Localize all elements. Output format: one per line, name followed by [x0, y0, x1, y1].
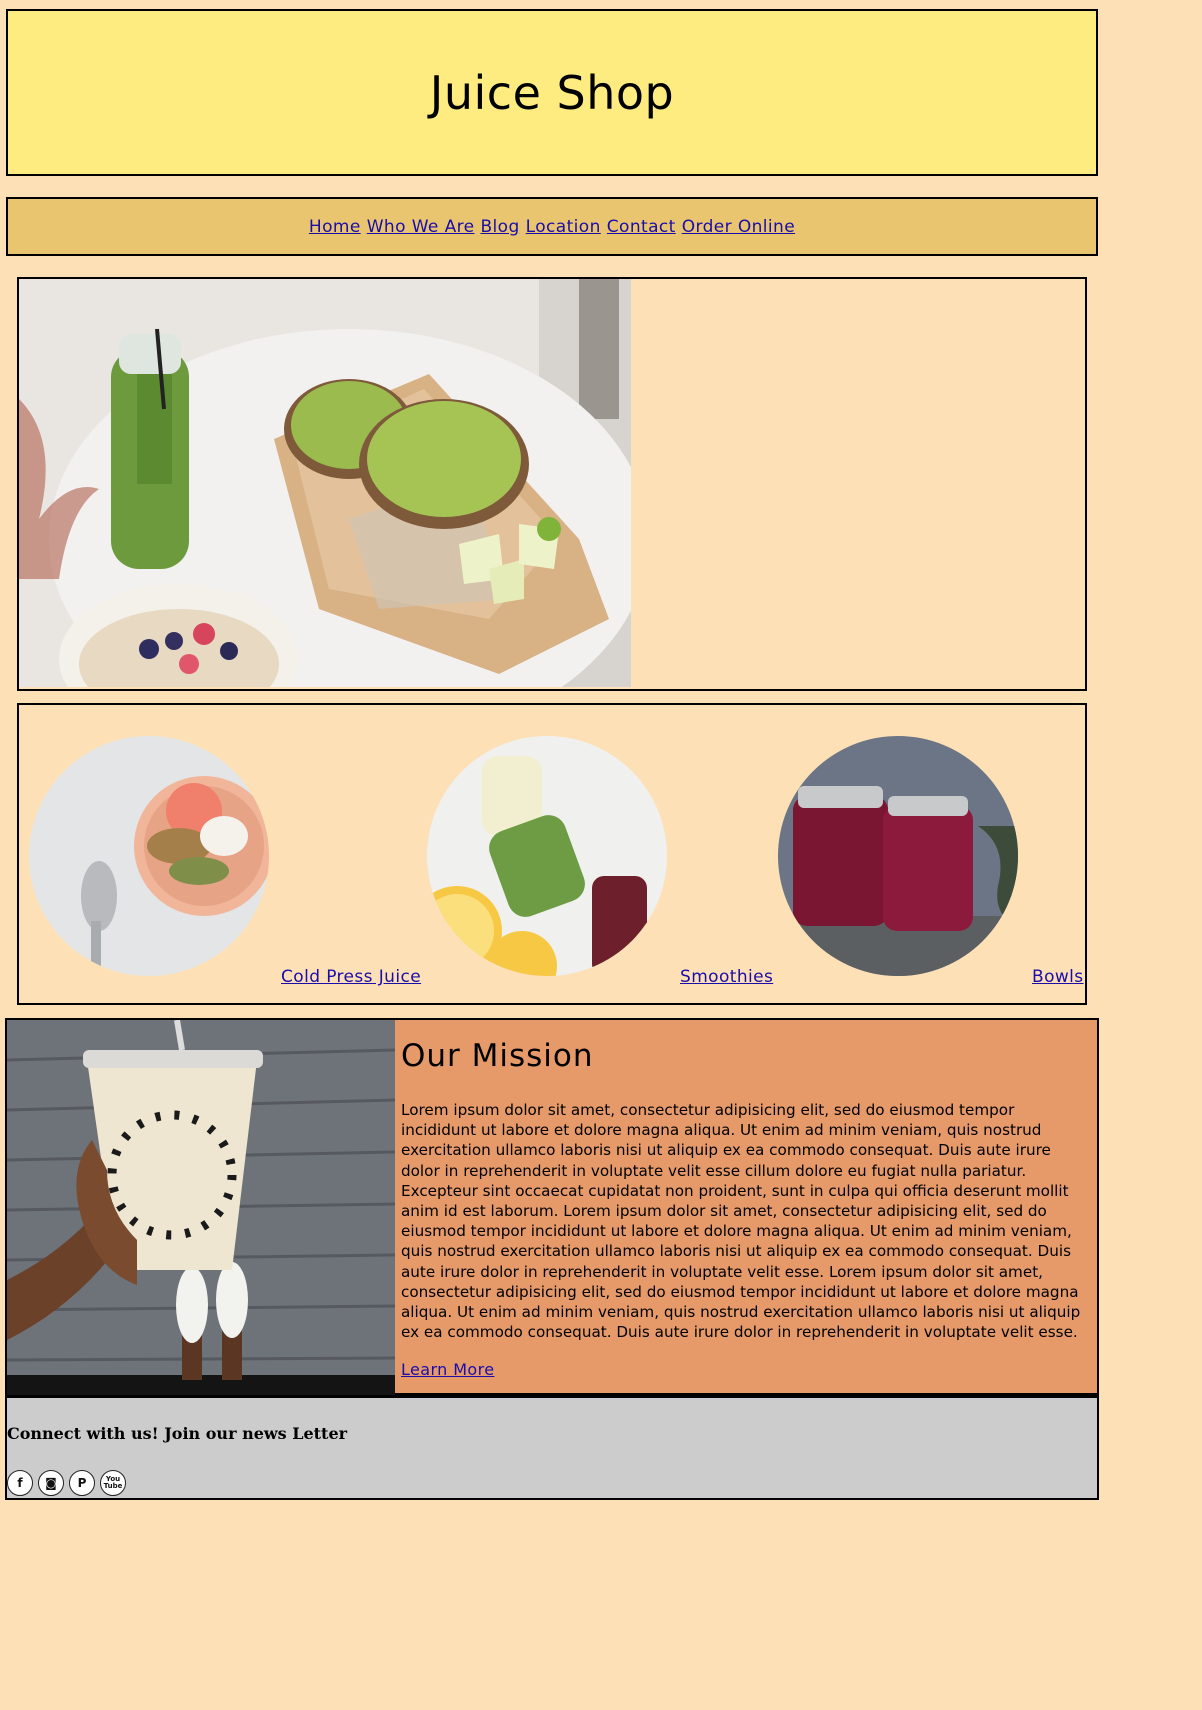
products-section: Cold Press Juice Smoothies Bowls: [17, 703, 1087, 1005]
pinterest-icon[interactable]: P: [69, 1470, 95, 1496]
nav-contact[interactable]: Contact: [607, 217, 676, 237]
youtube-icon[interactable]: You Tube: [100, 1470, 126, 1496]
mission-section: Our Mission Lorem ipsum dolor sit amet, …: [5, 1018, 1099, 1408]
product-link-cold-press-juice[interactable]: Cold Press Juice: [281, 967, 421, 987]
product-link-smoothies[interactable]: Smoothies: [680, 967, 773, 987]
learn-more-link[interactable]: Learn More: [401, 1360, 494, 1379]
mission-title: Our Mission: [401, 1038, 594, 1074]
mission-body: Lorem ipsum dolor sit amet, consectetur …: [401, 1101, 1081, 1342]
nav-location[interactable]: Location: [526, 217, 601, 237]
hero-image: [19, 279, 631, 687]
site-footer: Connect with us! Join our news Letter f …: [5, 1395, 1099, 1500]
site-title: Juice Shop: [429, 65, 675, 120]
social-links: f ◙ P You Tube: [7, 1470, 126, 1496]
hero-section: [17, 277, 1087, 691]
juice-bottles-image: [427, 736, 667, 976]
instagram-icon[interactable]: ◙: [38, 1470, 64, 1496]
main-nav: Home Who We Are Blog Location Contact Or…: [6, 197, 1098, 256]
smoothie-jars-image: [778, 736, 1018, 976]
newsletter-heading: Connect with us! Join our news Letter: [7, 1424, 348, 1443]
facebook-icon[interactable]: f: [7, 1470, 33, 1496]
nav-who-we-are[interactable]: Who We Are: [367, 217, 475, 237]
nav-blog[interactable]: Blog: [480, 217, 519, 237]
mission-image: [7, 1020, 395, 1408]
nav-order-online[interactable]: Order Online: [682, 217, 795, 237]
mission-content: Our Mission Lorem ipsum dolor sit amet, …: [401, 1038, 1091, 1379]
nav-home[interactable]: Home: [309, 217, 361, 237]
site-header: Juice Shop: [6, 9, 1098, 176]
product-link-bowls[interactable]: Bowls: [1032, 967, 1084, 987]
bowl-image: [29, 736, 269, 976]
